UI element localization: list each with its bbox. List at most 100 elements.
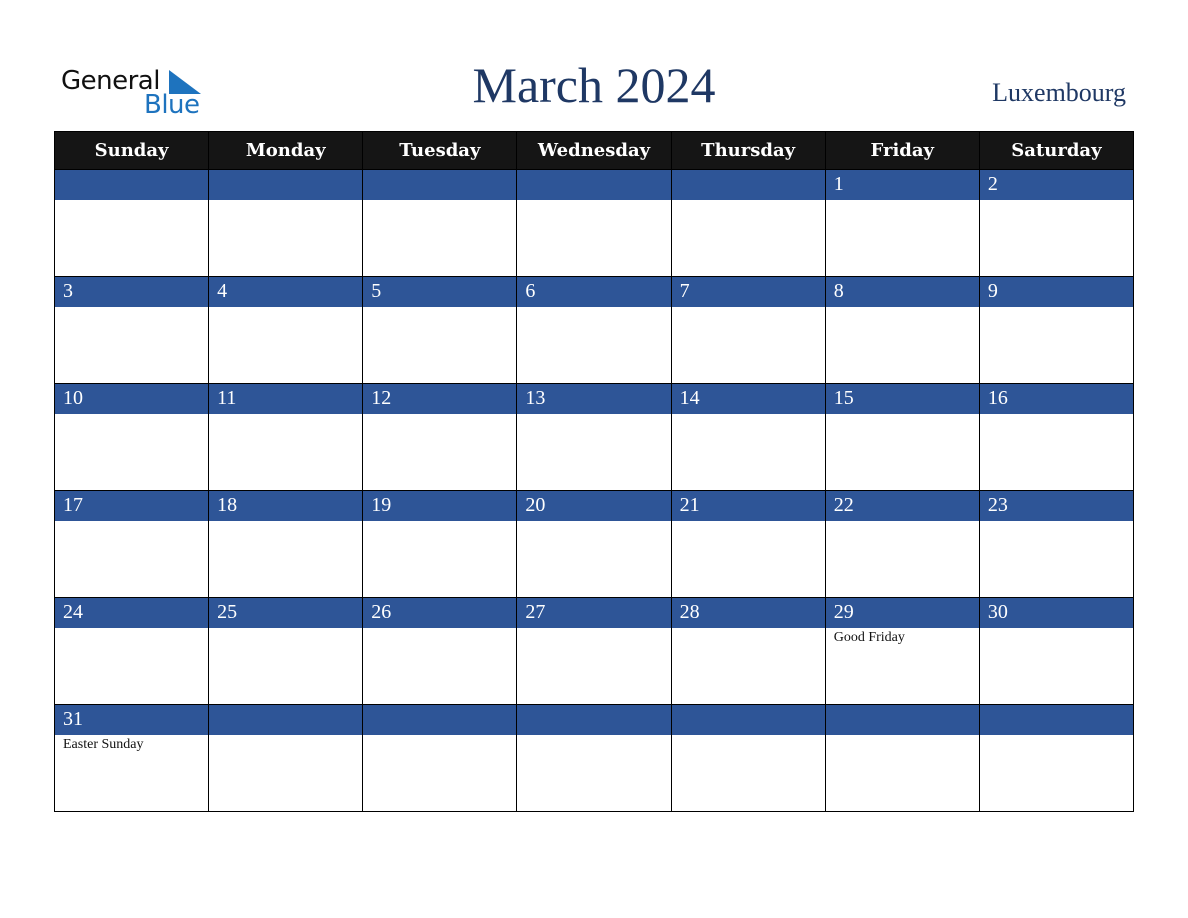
holiday-label [209,628,362,704]
holiday-label: Easter Sunday [63,737,144,752]
week-row: 3456789 [53,276,1135,384]
day-cell[interactable] [516,169,672,277]
day-number: 23 [979,491,1133,521]
day-number: 17 [55,491,209,521]
weekday-header: Monday [208,131,364,170]
day-number [517,170,671,200]
day-number: 18 [209,491,363,521]
day-number: 24 [55,598,209,628]
day-number: 13 [517,384,671,414]
day-cell[interactable]: 24 [53,597,210,705]
holiday-label [363,307,516,383]
day-number [517,705,671,735]
day-cell[interactable]: 30 [978,597,1135,705]
day-cell[interactable]: 15 [824,383,980,491]
day-cell[interactable] [362,169,518,277]
day-cell[interactable] [208,704,364,812]
day-cell[interactable]: 1 [824,169,980,277]
day-number [209,705,363,735]
holiday-label [672,735,825,811]
day-cell[interactable] [978,704,1135,812]
day-cell[interactable]: 31 Easter Sunday [53,704,210,812]
holiday-label [363,414,516,490]
weekday-header: Saturday [978,131,1135,170]
holiday-label [826,307,979,383]
day-cell[interactable]: 19 [362,490,518,598]
holiday-label [517,735,670,811]
holiday-label [517,307,670,383]
day-cell[interactable]: 13 [516,383,672,491]
weekday-header: Friday [824,131,980,170]
weekday-header: Tuesday [362,131,518,170]
day-cell[interactable]: 21 [670,490,826,598]
day-number: 2 [979,170,1133,200]
holiday-label [55,307,208,383]
holiday-label [672,307,825,383]
holiday-label: Good Friday [833,630,905,645]
day-cell[interactable]: 26 [362,597,518,705]
day-cell[interactable]: 25 [208,597,364,705]
day-cell[interactable]: 29 Good Friday [824,597,980,705]
day-number: 30 [979,598,1133,628]
day-cell[interactable]: 23 [978,490,1135,598]
day-number: 14 [671,384,825,414]
day-cell[interactable] [53,169,210,277]
day-cell[interactable]: 22 [824,490,980,598]
holiday-label [209,200,362,276]
day-number: 1 [825,170,979,200]
day-cell[interactable] [824,704,980,812]
day-number: 21 [671,491,825,521]
day-number: 27 [517,598,671,628]
day-cell[interactable]: 6 [516,276,672,384]
day-cell[interactable]: 3 [53,276,210,384]
holiday-label [826,200,979,276]
day-cell[interactable] [670,169,826,277]
day-number: 7 [671,277,825,307]
holiday-label [55,628,208,704]
day-cell[interactable]: 5 [362,276,518,384]
day-number: 19 [363,491,517,521]
holiday-label [672,628,825,704]
day-cell[interactable]: 16 [978,383,1135,491]
day-cell[interactable]: 8 [824,276,980,384]
holiday-label [672,414,825,490]
day-cell[interactable]: 10 [53,383,210,491]
day-cell[interactable] [208,169,364,277]
holiday-label [55,414,208,490]
holiday-label [55,521,208,597]
day-number: 22 [825,491,979,521]
day-cell[interactable]: 28 [670,597,826,705]
day-cell[interactable]: 2 [978,169,1135,277]
day-number: 20 [517,491,671,521]
day-cell[interactable]: 20 [516,490,672,598]
day-cell[interactable]: 7 [670,276,826,384]
week-row: 12 [53,169,1135,277]
day-cell[interactable]: 17 [53,490,210,598]
day-number: 29 [825,598,979,628]
day-cell[interactable]: 27 [516,597,672,705]
holiday-label [363,628,516,704]
day-cell[interactable]: 12 [362,383,518,491]
week-row: 10 11 12 13 14 15 16 [53,383,1135,491]
day-number: 6 [517,277,671,307]
day-number: 8 [825,277,979,307]
holiday-label [517,414,670,490]
holiday-label [980,628,1133,704]
holiday-label [55,200,208,276]
day-cell[interactable]: 9 [978,276,1135,384]
day-cell[interactable]: 11 [208,383,364,491]
day-number: 12 [363,384,517,414]
day-cell[interactable]: 18 [208,490,364,598]
holiday-label [517,521,670,597]
day-cell[interactable]: 14 [670,383,826,491]
day-number [363,170,517,200]
day-number: 11 [209,384,363,414]
day-number: 15 [825,384,979,414]
day-number [671,170,825,200]
day-cell[interactable] [516,704,672,812]
day-number: 16 [979,384,1133,414]
day-cell[interactable] [362,704,518,812]
day-cell[interactable]: 4 [208,276,364,384]
day-number [55,170,209,200]
day-cell[interactable] [670,704,826,812]
